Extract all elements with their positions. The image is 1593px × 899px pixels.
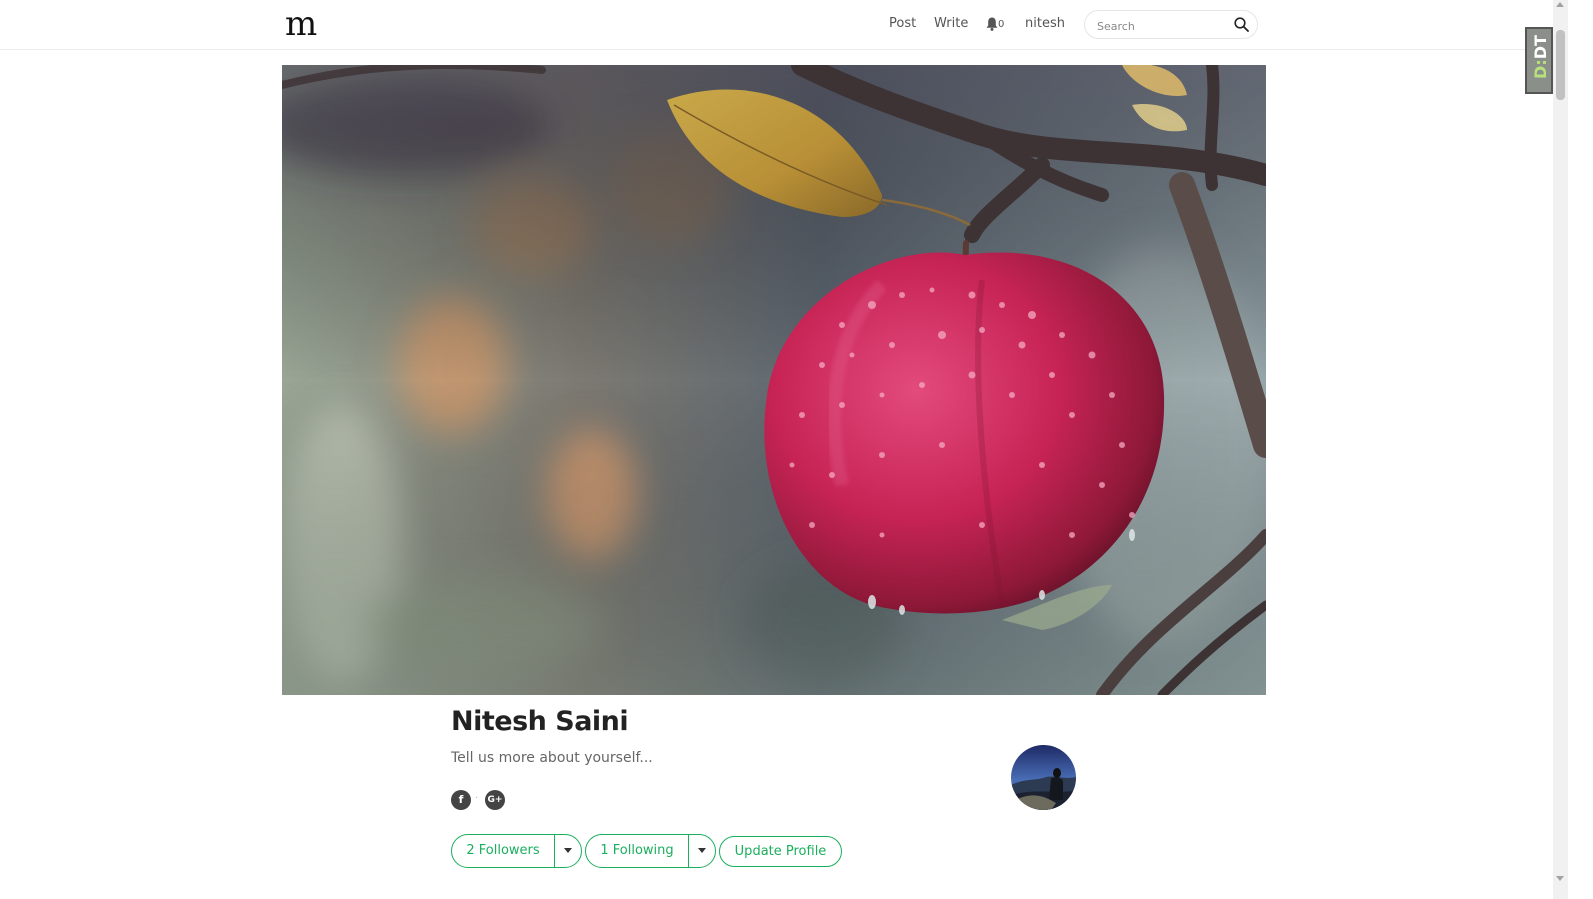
google-plus-icon[interactable]: G+	[485, 790, 505, 810]
profile-bio[interactable]: Tell us more about yourself...	[451, 750, 653, 766]
scroll-down-arrow-icon[interactable]	[1556, 876, 1564, 881]
extension-badge-prefix: D:	[1531, 59, 1550, 79]
profile-name: Nitesh Saini	[451, 706, 629, 737]
avatar-photo-icon	[1011, 745, 1076, 810]
cover-image	[282, 65, 1266, 695]
top-navbar: m Post Write 0 nitesh	[0, 0, 1553, 50]
search-input[interactable]	[1095, 17, 1229, 35]
notification-count: 0	[998, 19, 1005, 30]
search-box	[1084, 10, 1258, 39]
following-dropdown-button[interactable]	[688, 834, 716, 868]
extension-badge-suffix: DT	[1531, 35, 1550, 60]
site-logo[interactable]: m	[285, 6, 317, 42]
followers-button[interactable]: 2 Followers	[451, 834, 555, 868]
nav-user-link[interactable]: nitesh	[1025, 16, 1065, 31]
apple-photo-icon	[282, 65, 1266, 695]
caret-down-icon	[698, 848, 706, 853]
notification-bell-icon[interactable]	[986, 17, 998, 31]
scroll-up-arrow-icon[interactable]	[1556, 2, 1564, 7]
followers-dropdown-button[interactable]	[554, 834, 582, 868]
update-profile-button[interactable]: Update Profile	[719, 836, 842, 867]
facebook-icon[interactable]: f	[451, 790, 471, 810]
extension-badge[interactable]: D:DT	[1525, 27, 1553, 94]
scroll-thumb[interactable]	[1556, 30, 1565, 100]
caret-down-icon	[564, 848, 572, 853]
page-scrollbar[interactable]	[1553, 0, 1568, 899]
nav-post-link[interactable]: Post	[889, 16, 916, 31]
social-separator: ·	[475, 793, 479, 804]
following-button[interactable]: 1 Following	[585, 834, 689, 868]
nav-write-link[interactable]: Write	[934, 16, 968, 31]
avatar[interactable]	[1011, 745, 1076, 810]
search-icon[interactable]	[1234, 17, 1249, 32]
